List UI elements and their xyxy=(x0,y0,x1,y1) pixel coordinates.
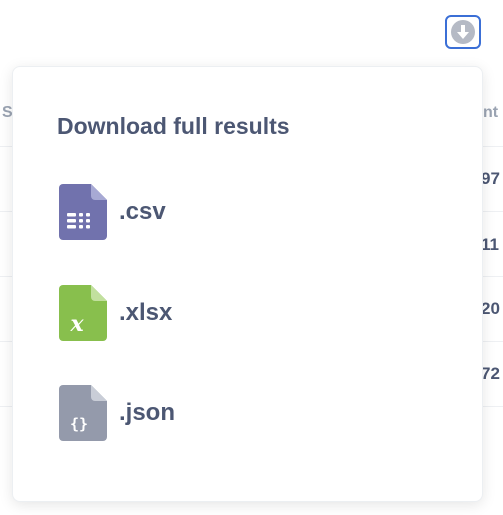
json-option-label: .json xyxy=(119,399,176,426)
table-cell: 72 xyxy=(481,364,500,383)
xlsx-option-label: .xlsx xyxy=(119,299,173,326)
csv-file-icon xyxy=(59,184,107,240)
table-cell: 97 xyxy=(481,169,500,188)
popover-title: Download full results xyxy=(57,113,290,139)
download-json-option[interactable]: {} .json xyxy=(57,381,317,445)
csv-option-label: .csv xyxy=(119,198,166,225)
xlsx-file-icon: x xyxy=(59,285,107,341)
json-file-icon: {} xyxy=(59,385,107,441)
svg-text:{}: {} xyxy=(70,415,88,433)
download-xlsx-option[interactable]: x .xlsx xyxy=(57,281,317,345)
download-csv-option[interactable]: .csv xyxy=(57,180,317,244)
svg-text:x: x xyxy=(69,311,84,337)
table-header-right: nt xyxy=(483,104,499,121)
download-popover: Download full results .csv x .xlsx {} .j… xyxy=(12,66,483,502)
download-button[interactable] xyxy=(445,15,481,49)
download-circle-icon xyxy=(451,20,475,44)
table-cell: 20 xyxy=(481,299,500,318)
table-cell: 11 xyxy=(481,235,499,254)
